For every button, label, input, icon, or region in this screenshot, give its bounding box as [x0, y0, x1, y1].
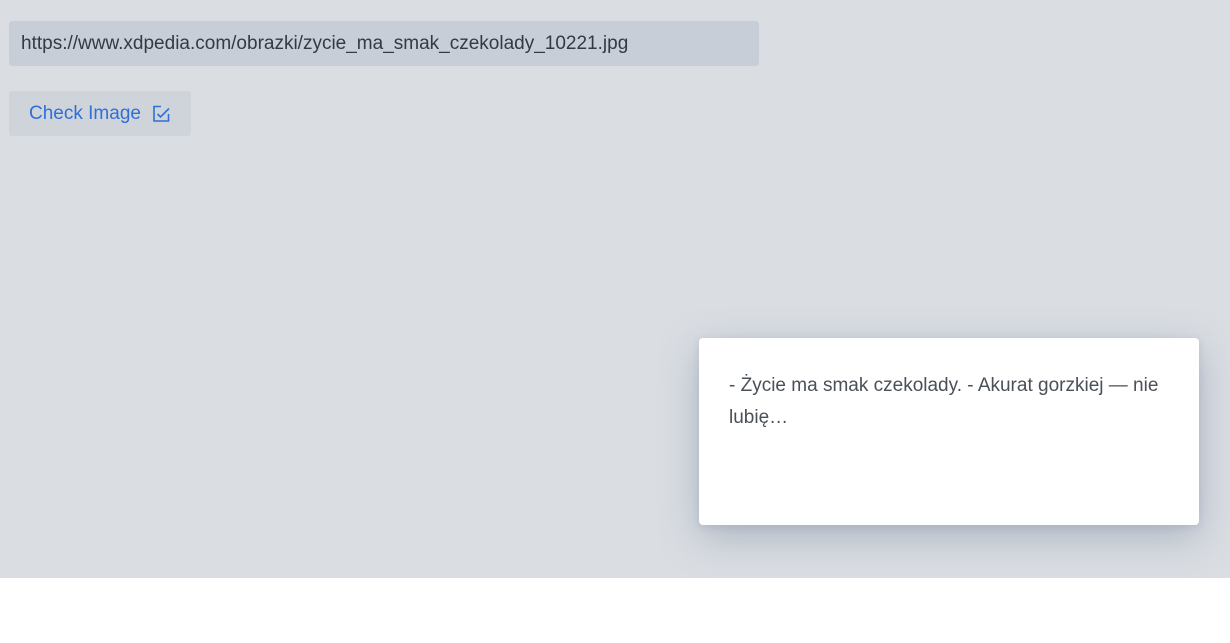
edit-check-icon [151, 104, 171, 124]
page-area: Check Image - Życie ma smak czekolady. -… [0, 0, 1230, 578]
check-image-label: Check Image [29, 102, 141, 124]
check-image-button[interactable]: Check Image [9, 91, 191, 136]
image-url-input[interactable] [9, 21, 759, 66]
quote-text: - Życie ma smak czekolady. - Akurat gorz… [729, 375, 1159, 428]
quote-card: - Życie ma smak czekolady. - Akurat gorz… [699, 338, 1199, 525]
